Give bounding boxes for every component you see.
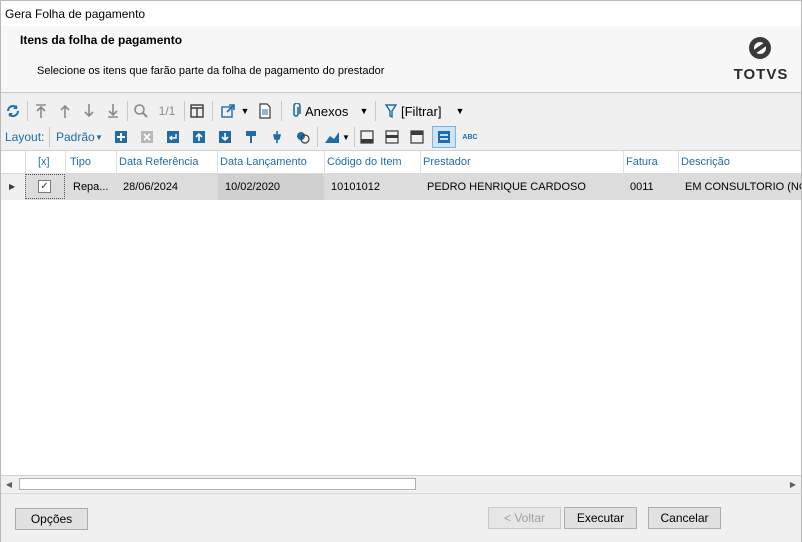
page-title: Itens da folha de pagamento xyxy=(20,33,183,47)
cell-data-lancamento: 10/02/2020 xyxy=(225,181,281,193)
last-record-icon[interactable] xyxy=(103,101,123,121)
cell-fatura: 0011 xyxy=(630,181,654,193)
grid-header: [x] Tipo Data Referência Data Lançamento… xyxy=(1,151,801,174)
wizard-header: Itens da folha de pagamento Selecione os… xyxy=(1,26,801,93)
column-header-data-referencia[interactable]: Data Referência xyxy=(119,156,199,168)
row-checkbox[interactable]: ✓ xyxy=(38,180,51,193)
chart-dropdown-icon[interactable]: ▼ xyxy=(341,127,351,147)
execute-button[interactable]: Executar xyxy=(564,507,637,529)
column-header-tipo[interactable]: Tipo xyxy=(70,156,91,168)
layout-select[interactable]: Padrão xyxy=(56,127,96,147)
next-record-icon[interactable] xyxy=(79,101,99,121)
move-up-icon[interactable] xyxy=(189,127,209,147)
wizard-footer: Opções < Voltar Executar Cancelar xyxy=(1,493,801,542)
attachments-button[interactable]: Anexos xyxy=(305,101,357,121)
window-title: Gera Folha de pagamento xyxy=(5,7,146,21)
items-grid: [x] Tipo Data Referência Data Lançamento… xyxy=(1,150,801,476)
cancel-button[interactable]: Cancelar xyxy=(648,507,721,529)
search-icon[interactable] xyxy=(131,101,151,121)
export-dropdown-icon[interactable]: ▼ xyxy=(239,101,251,121)
dialog-window: Gera Folha de pagamento Itens da folha d… xyxy=(0,0,802,542)
options-button[interactable]: Opções xyxy=(15,508,88,530)
previous-record-icon[interactable] xyxy=(55,101,75,121)
chart-icon[interactable] xyxy=(322,127,342,147)
remove-column-icon[interactable] xyxy=(137,127,157,147)
refresh-icon[interactable] xyxy=(3,101,23,121)
cell-descricao: EM CONSULTORIO (NO H xyxy=(685,181,801,193)
paperclip-icon[interactable] xyxy=(287,101,305,121)
column-header-descricao[interactable]: Descrição xyxy=(681,156,730,168)
layout-label: Layout: xyxy=(5,130,45,144)
first-record-icon[interactable] xyxy=(31,101,51,121)
cell-prestador: PEDRO HENRIQUE CARDOSO xyxy=(427,181,586,193)
navigation-toolbar: 1/1 ▼ Anexos ▼ [Filtrar] ▼ xyxy=(1,98,801,124)
scroll-right-icon[interactable]: ▶ xyxy=(785,476,801,492)
export-icon[interactable] xyxy=(217,101,239,121)
column-header-data-lancamento[interactable]: Data Lançamento xyxy=(220,156,307,168)
cell-tipo: Repa... xyxy=(73,181,109,193)
column-header-prestador[interactable]: Prestador xyxy=(423,156,471,168)
column-header-select[interactable]: [x] xyxy=(38,156,50,168)
back-button[interactable]: < Voltar xyxy=(488,507,561,529)
add-column-icon[interactable] xyxy=(111,127,131,147)
spellcheck-icon[interactable]: ABC xyxy=(460,127,480,147)
row-select-cell[interactable]: ✓ xyxy=(25,174,65,199)
columns-icon[interactable] xyxy=(187,101,207,121)
wrap-icon[interactable] xyxy=(163,127,183,147)
cell-data-referencia: 28/06/2024 xyxy=(123,181,179,193)
totvs-logo-icon xyxy=(749,37,771,59)
color-fill-icon[interactable] xyxy=(293,127,313,147)
filter-dropdown-icon[interactable]: ▼ xyxy=(453,101,467,121)
pin-left-icon[interactable] xyxy=(241,127,261,147)
attachments-dropdown-icon[interactable]: ▼ xyxy=(357,101,371,121)
horizontal-scrollbar[interactable]: ◀ ▶ xyxy=(1,475,801,492)
layout-toolbar: Layout: Padrão ▼ ▼ ABC xyxy=(1,125,801,149)
cell-codigo-item: 10101012 xyxy=(331,181,380,193)
scroll-left-icon[interactable]: ◀ xyxy=(1,476,17,492)
row-height-small-icon[interactable] xyxy=(357,127,377,147)
column-header-fatura[interactable]: Fatura xyxy=(626,156,658,168)
record-counter: 1/1 xyxy=(158,104,176,118)
totvs-logo: TOTVS xyxy=(731,36,791,84)
move-down-icon[interactable] xyxy=(215,127,235,147)
page-subtitle: Selecione os itens que farão parte da fo… xyxy=(37,65,385,77)
pin-icon[interactable] xyxy=(267,127,287,147)
layout-dropdown-icon[interactable]: ▼ xyxy=(95,127,103,147)
filter-button[interactable]: [Filtrar] xyxy=(401,101,451,121)
table-row[interactable]: ▶ ✓ Repa... 28/06/2024 10/02/2020 101010… xyxy=(1,174,801,200)
logo-text: TOTVS xyxy=(733,66,789,83)
current-row-arrow-icon: ▶ xyxy=(9,182,16,191)
document-icon[interactable] xyxy=(255,101,275,121)
row-height-medium-icon[interactable] xyxy=(382,127,402,147)
row-height-auto-icon[interactable] xyxy=(432,126,456,148)
scroll-thumb[interactable] xyxy=(19,478,416,490)
column-header-codigo-item[interactable]: Código do Item xyxy=(327,156,402,168)
filter-icon[interactable] xyxy=(382,101,400,121)
row-height-large-icon[interactable] xyxy=(407,127,427,147)
title-bar: Gera Folha de pagamento xyxy=(1,1,801,26)
